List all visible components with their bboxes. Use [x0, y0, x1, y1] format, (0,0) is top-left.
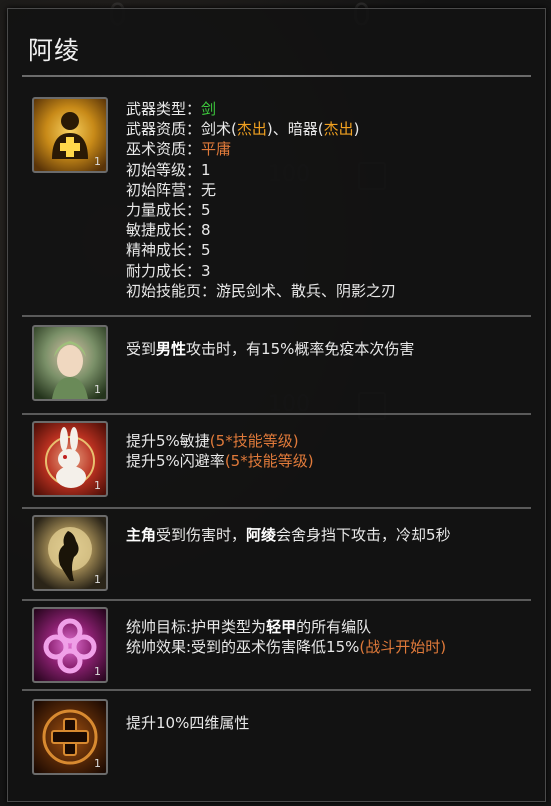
weapon-aptitude-line: 武器资质：剑术(杰出)、暗器(杰出) [126, 120, 360, 139]
attributes-row: 1 武器类型：剑 武器资质：剑术(杰出)、暗器(杰出) 巫术资质：平庸 初始等级… [28, 91, 536, 317]
title-divider [22, 75, 531, 77]
trait-text: 主角受到伤害时，阿绫会舍身挡下攻击，冷却5秒 [126, 526, 451, 544]
moon-silhouette-icon[interactable]: 1 [32, 515, 108, 591]
divider [22, 315, 531, 317]
trait-text: 提升10%四维属性 [126, 714, 250, 732]
knot-icon[interactable]: 1 [32, 607, 108, 683]
attributes-text: 武器类型：剑 武器资质：剑术(杰出)、暗器(杰出) 巫术资质：平庸 初始等级：1… [126, 99, 396, 301]
divider [22, 689, 531, 691]
character-name: 阿绫 [28, 36, 81, 65]
initial-level-line: 初始等级：1 [126, 160, 211, 179]
trait-text: 受到男性攻击时，有15%概率免疫本次伤害 [126, 340, 415, 358]
icon-level: 1 [94, 573, 101, 586]
plus-emblem-icon[interactable]: 1 [32, 699, 108, 775]
weapon-type-value: 剑 [201, 100, 217, 118]
rabbit-icon[interactable]: 1 [32, 421, 108, 497]
character-tooltip-panel: 阿绫 1 武器类型：剑 武器资质：剑术(杰出)、暗器(杰出) 巫术资质：平庸 初… [7, 8, 546, 802]
initial-camp-line: 初始阵营：无 [126, 180, 217, 199]
skill-pages-line: 初始技能页：游民剑术、散兵、阴影之刃 [126, 281, 397, 300]
icon-level: 1 [94, 665, 101, 678]
spirit-growth-line: 精神成长：5 [126, 241, 211, 260]
divider [22, 507, 531, 509]
trait-row: 1 提升5%敏捷(5*技能等级) 提升5%闪避率(5*技能等级) [28, 419, 536, 505]
weapon-type-line: 武器类型：剑 [126, 100, 217, 118]
icon-level: 1 [94, 383, 101, 396]
divider [22, 599, 531, 601]
trait-row: 1 主角受到伤害时，阿绫会舍身挡下攻击，冷却5秒 [28, 513, 536, 599]
hero-plus-icon[interactable]: 1 [32, 97, 108, 173]
icon-level: 1 [94, 155, 101, 168]
witchcraft-line: 巫术资质：平庸 [126, 140, 232, 159]
trait-text: 提升5%敏捷(5*技能等级) 提升5%闪避率(5*技能等级) [126, 432, 314, 471]
strength-growth-line: 力量成长：5 [126, 201, 211, 220]
divider [22, 413, 531, 415]
portrait-icon[interactable]: 1 [32, 325, 108, 401]
trait-text: 统帅目标:护甲类型为轻甲的所有编队 统帅效果:受到的巫术伤害降低15%(战斗开始… [126, 618, 447, 657]
trait-row: 1 统帅目标:护甲类型为轻甲的所有编队 统帅效果:受到的巫术伤害降低15%(战斗… [28, 605, 536, 691]
icon-level: 1 [94, 757, 101, 770]
icon-level: 1 [94, 479, 101, 492]
trait-row: 1 受到男性攻击时，有15%概率免疫本次伤害 [28, 323, 536, 409]
trait-row: 1 提升10%四维属性 [28, 697, 536, 783]
agility-growth-line: 敏捷成长：8 [126, 221, 211, 240]
endurance-growth-line: 耐力成长：3 [126, 261, 211, 280]
